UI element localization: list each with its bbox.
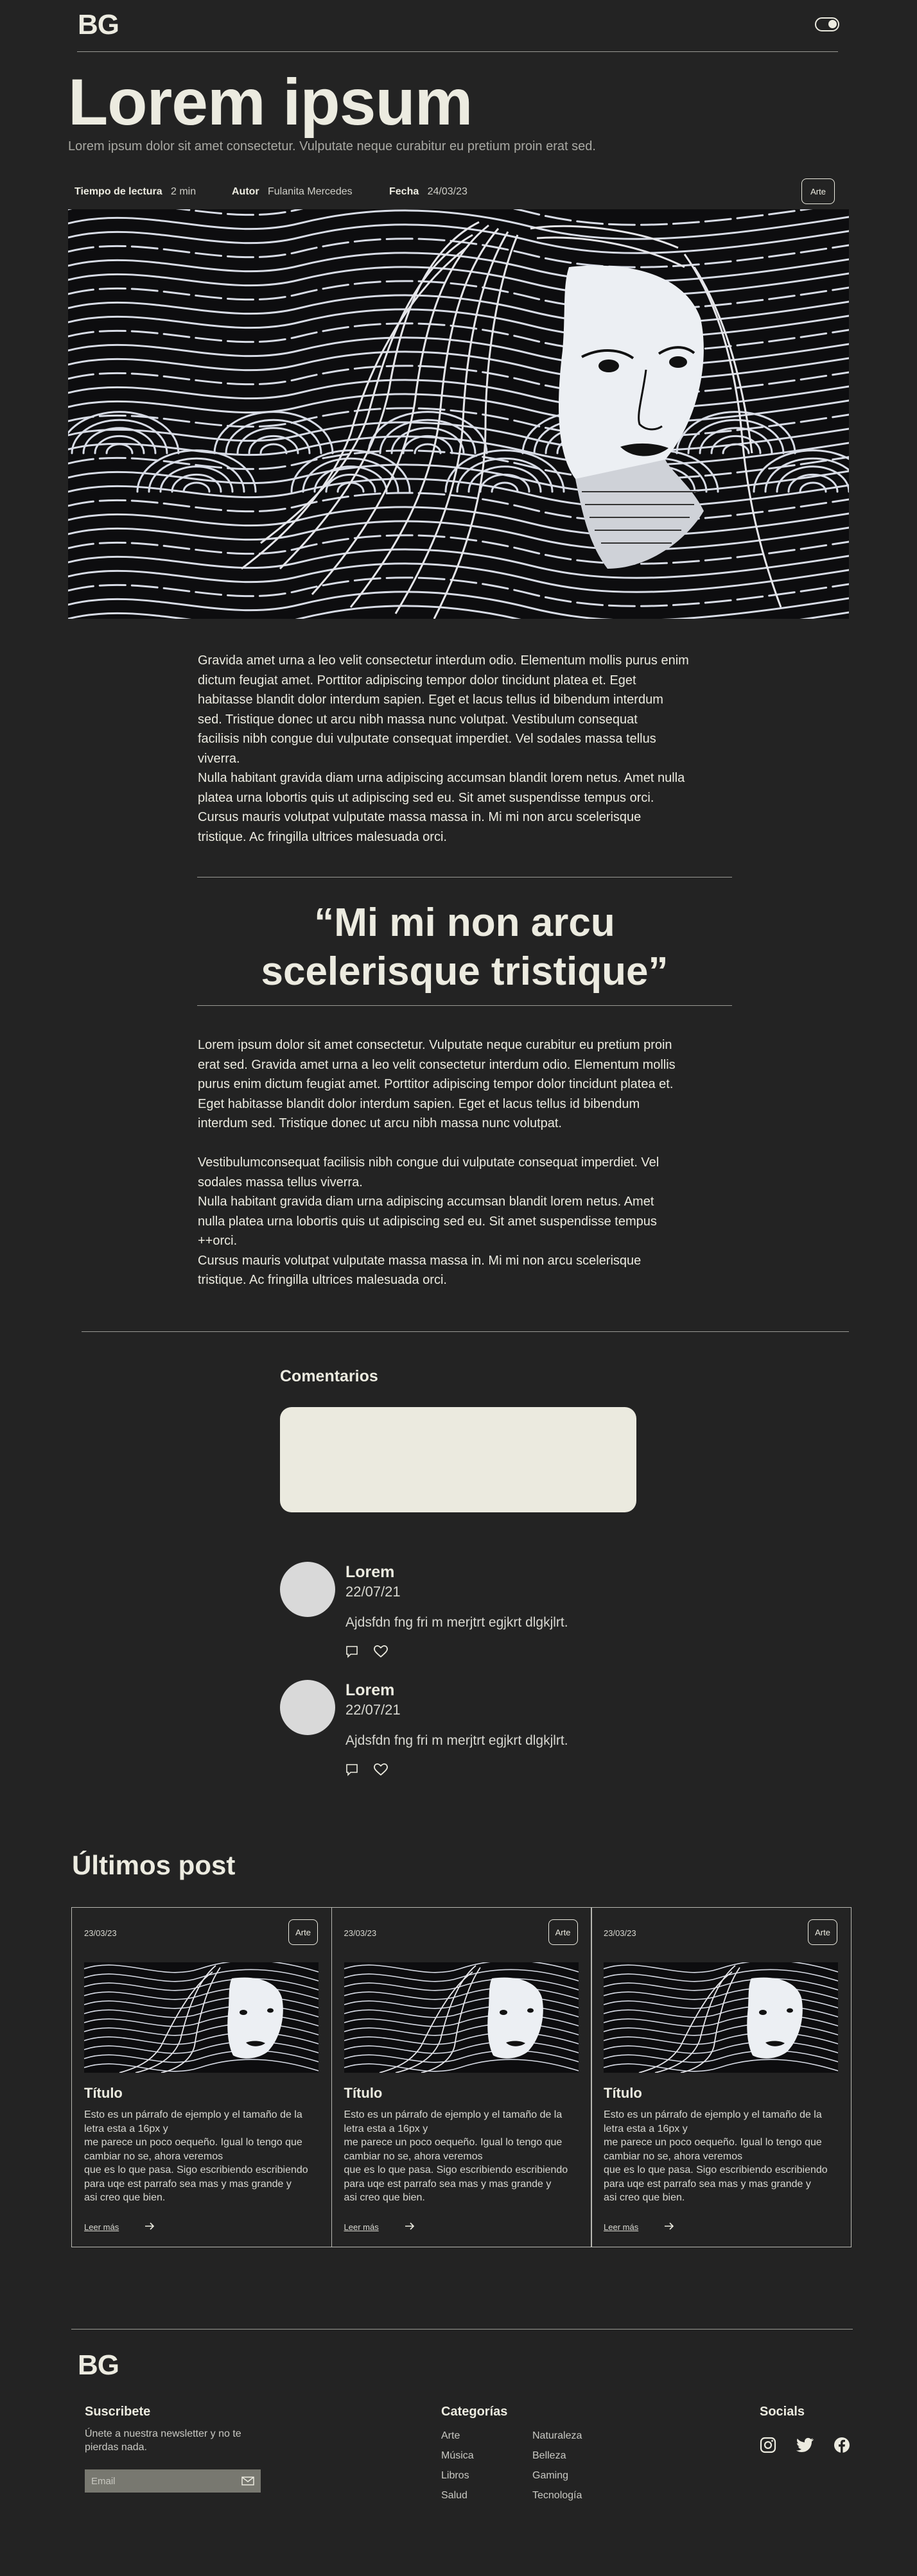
comments-divider: [82, 1331, 849, 1332]
latest-posts-grid: 23/03/23 Arte Título Esto es un párrafo …: [71, 1907, 853, 2247]
latest-posts-title: Últimos post: [72, 1850, 236, 1880]
pull-quote-line-2: scelerisque tristique”: [261, 949, 668, 994]
comment-author: Lorem: [345, 1681, 395, 1699]
post-tag[interactable]: Arte: [548, 1919, 578, 1945]
socials-title: Socials: [760, 2405, 805, 2419]
comment-icon[interactable]: [345, 1645, 358, 1658]
avatar: [280, 1680, 335, 1735]
facebook-icon[interactable]: [834, 2437, 850, 2453]
comments-title: Comentarios: [280, 1367, 378, 1385]
category-link[interactable]: Música: [441, 2450, 474, 2462]
subscribe-text: Únete a nuestra newsletter y no te pierd…: [85, 2428, 241, 2453]
author: Autor Fulanita Mercedes: [232, 186, 353, 198]
pull-quote-line-1: “Mi mi non arcu: [314, 901, 615, 945]
category-link[interactable]: Naturaleza: [532, 2430, 582, 2442]
read-more-link[interactable]: Leer más: [84, 2222, 119, 2232]
footer-logo[interactable]: BG: [78, 2349, 119, 2382]
categories-col-1: Arte Música Libros Salud: [441, 2430, 474, 2510]
post-excerpt: Esto es un párrafo de ejemplo y el tamañ…: [84, 2109, 308, 2203]
comment-date: 22/07/21: [345, 1702, 401, 1718]
post-date: 23/03/23: [604, 1928, 636, 1938]
post-title[interactable]: Título: [344, 2085, 383, 2102]
reading-time: Tiempo de lectura 2 min: [74, 186, 196, 198]
twitter-icon[interactable]: [796, 2437, 814, 2453]
category-link[interactable]: Libros: [441, 2470, 474, 2482]
comment-text: Ajdsfdn fng fri m merjtrt egjkrt dlgkjlr…: [345, 1733, 568, 1748]
post-image: [84, 1962, 319, 2073]
comment-author: Lorem: [345, 1563, 395, 1581]
date-value: 24/03/23: [427, 186, 467, 197]
comment-icon[interactable]: [345, 1763, 358, 1776]
email-input[interactable]: Email: [85, 2469, 261, 2493]
author-label: Autor: [232, 186, 259, 197]
post-card[interactable]: 23/03/23 Arte Título Esto es un párrafo …: [591, 1907, 852, 2247]
category-tag[interactable]: Arte: [801, 178, 835, 204]
read-more-link[interactable]: Leer más: [344, 2222, 379, 2232]
post-title[interactable]: Título: [84, 2085, 123, 2102]
hero-image: [68, 209, 849, 619]
post-image: [604, 1962, 838, 2073]
reading-time-value: 2 min: [170, 186, 197, 197]
logo[interactable]: BG: [78, 9, 119, 41]
date: Fecha 24/03/23: [389, 186, 467, 198]
read-more-link[interactable]: Leer más: [604, 2222, 638, 2232]
instagram-icon[interactable]: [760, 2437, 776, 2453]
header-divider: [77, 51, 838, 52]
page-title: Lorem ipsum: [68, 65, 473, 139]
comment-input[interactable]: [280, 1407, 636, 1512]
heart-icon[interactable]: [374, 1645, 388, 1658]
reading-time-label: Tiempo de lectura: [74, 186, 162, 197]
arrow-right-icon[interactable]: [405, 2222, 415, 2231]
post-excerpt: Esto es un párrafo de ejemplo y el tamañ…: [604, 2109, 828, 2203]
avatar: [280, 1562, 335, 1617]
theme-toggle-icon[interactable]: [815, 17, 839, 31]
post-excerpt: Esto es un párrafo de ejemplo y el tamañ…: [344, 2109, 568, 2203]
category-link[interactable]: Arte: [441, 2430, 474, 2442]
post-card[interactable]: 23/03/23 Arte Título Esto es un párrafo …: [71, 1907, 332, 2247]
mail-icon[interactable]: [241, 2477, 254, 2485]
post-card[interactable]: 23/03/23 Arte Título Esto es un párrafo …: [331, 1907, 592, 2247]
subscribe-title: Suscribete: [85, 2405, 151, 2419]
categories-title: Categorías: [441, 2405, 508, 2419]
author-value: Fulanita Mercedes: [268, 186, 353, 197]
heart-icon[interactable]: [374, 1763, 388, 1776]
arrow-right-icon[interactable]: [664, 2222, 674, 2231]
category-link[interactable]: Gaming: [532, 2470, 582, 2482]
article-paragraph-1: Gravida amet urna a leo velit consectetu…: [198, 653, 689, 844]
date-label: Fecha: [389, 186, 419, 197]
footer-divider: [71, 2329, 853, 2330]
post-tag[interactable]: Arte: [808, 1919, 837, 1945]
category-link[interactable]: Belleza: [532, 2450, 582, 2462]
categories-col-2: Naturaleza Belleza Gaming Tecnología: [532, 2430, 582, 2510]
comment-date: 22/07/21: [345, 1584, 401, 1600]
quote-divider-bottom: [197, 1005, 732, 1006]
pull-quote: “Mi mi non arcu scelerisque tristique”: [197, 899, 732, 996]
page-subtitle: Lorem ipsum dolor sit amet consectetur. …: [68, 139, 596, 153]
comment-text: Ajdsfdn fng fri m merjtrt egjkrt dlgkjlr…: [345, 1615, 568, 1630]
post-tag[interactable]: Arte: [288, 1919, 318, 1945]
post-image: [344, 1962, 579, 2073]
post-date: 23/03/23: [344, 1928, 377, 1938]
post-title[interactable]: Título: [604, 2085, 642, 2102]
category-link[interactable]: Salud: [441, 2490, 474, 2502]
arrow-right-icon[interactable]: [144, 2222, 155, 2231]
category-link[interactable]: Tecnología: [532, 2490, 582, 2502]
post-date: 23/03/23: [84, 1928, 117, 1938]
email-placeholder: Email: [91, 2475, 116, 2487]
article-paragraph-2: Lorem ipsum dolor sit amet consectetur. …: [198, 1038, 676, 1287]
